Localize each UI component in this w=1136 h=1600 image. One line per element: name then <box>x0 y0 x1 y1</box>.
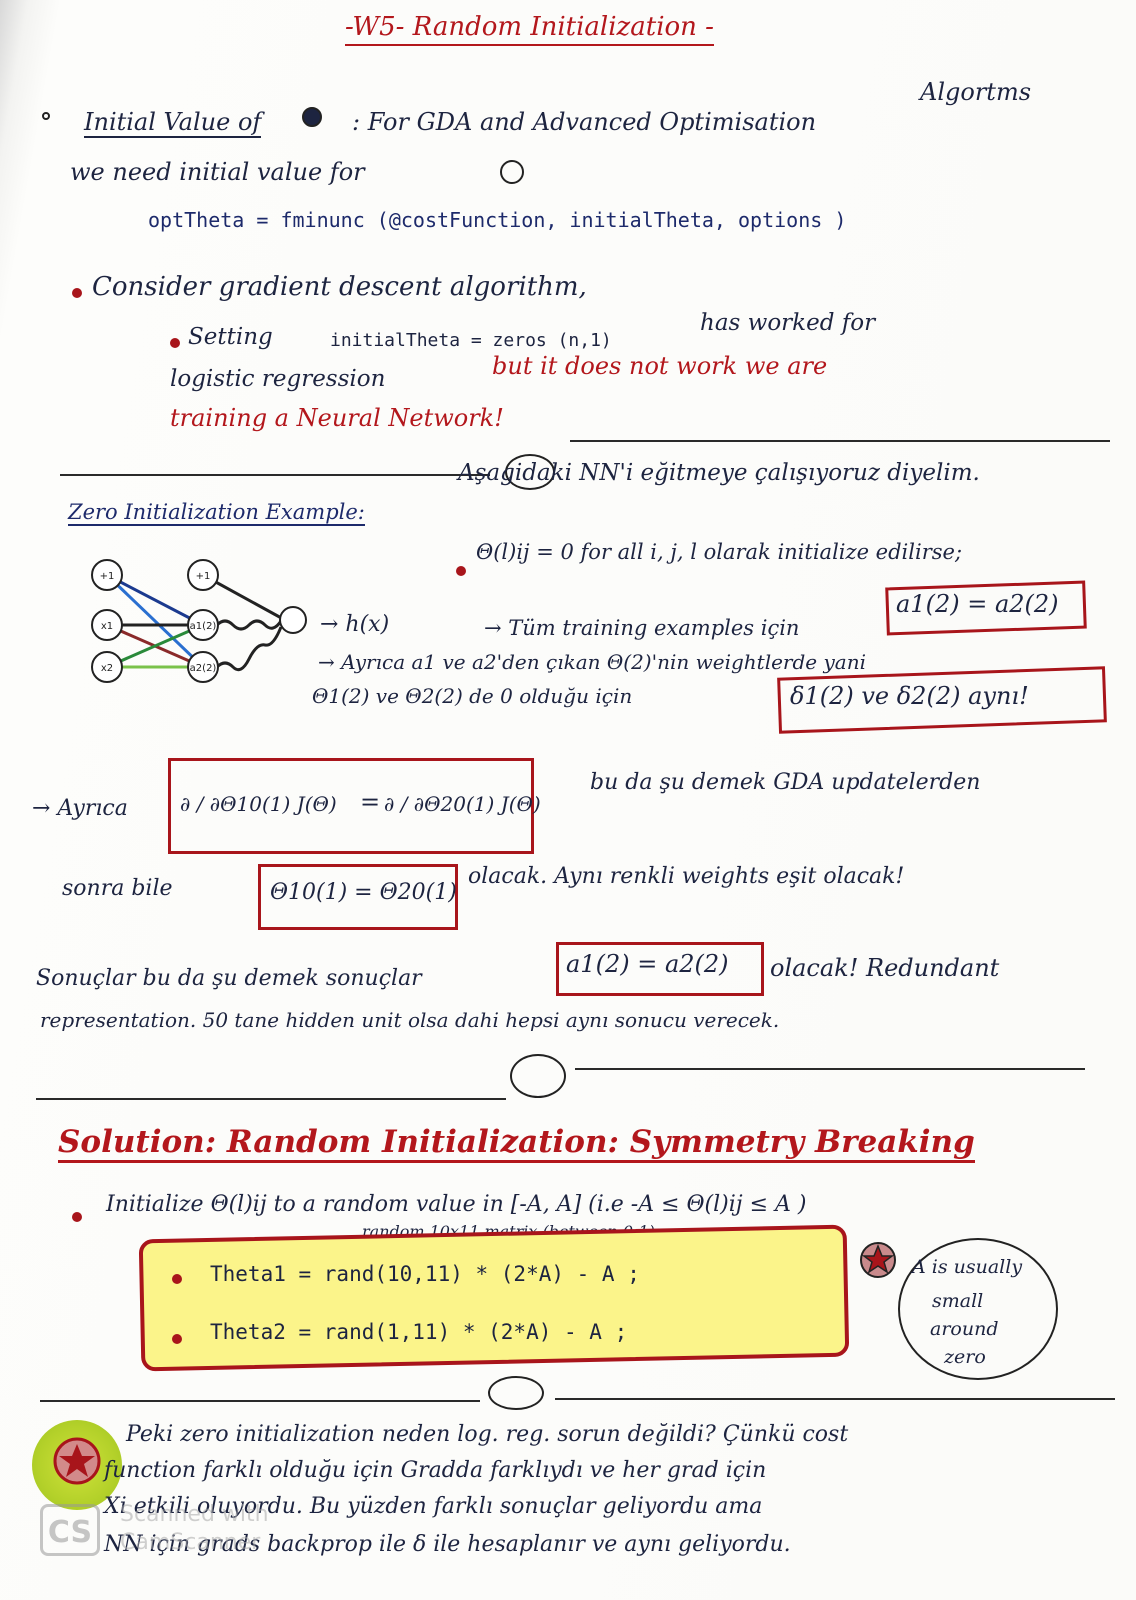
why-logreg-line: function farklı olduğu için Gradda farkl… <box>104 1458 767 1483</box>
nn-node-label: x1 <box>101 621 113 632</box>
equals-sign: = <box>360 788 381 816</box>
training-nn: training a Neural Network! <box>170 404 504 432</box>
redundant-rep-line: representation. 50 tane hidden unit olsa… <box>40 1008 780 1032</box>
initial-value-heading: Initial Value of <box>84 108 262 138</box>
zero-init-desc: Aşagidaki NN'i eğitmeye çalışıyoruz diye… <box>458 460 980 486</box>
ayrica-line: → Ayrıca a1 ve a2'den çıkan Θ(2)'nin wei… <box>318 650 866 674</box>
section-divider <box>570 440 1110 442</box>
zero-init-heading: Zero Initialization Example: <box>68 500 365 526</box>
same-color-weights: olacak. Aynı renkli weights eşit olacak! <box>468 864 905 889</box>
page-title: -W5- Random Initialization - <box>345 12 714 46</box>
nn-node <box>279 606 307 634</box>
bubble-line: around <box>930 1318 999 1340</box>
theta1-code: Theta1 = rand(10,11) * (2*A) - A ; <box>210 1262 640 1286</box>
section-divider <box>40 1400 480 1402</box>
ayrica-word: → Ayrıca <box>32 796 128 821</box>
gda-updates: bu da şu demek GDA updatelerden <box>590 770 981 795</box>
theta-symbol-icon <box>302 107 322 127</box>
redundant-word: olacak! Redundant <box>770 954 1000 982</box>
question-star-icon <box>53 1437 101 1485</box>
does-not-work: but it does not work we are <box>492 352 828 380</box>
logistic-regression: logistic regression <box>170 366 386 392</box>
bullet-icon <box>456 566 466 576</box>
worked-for: has worked for <box>700 310 876 336</box>
theta-code-highlight <box>138 1224 850 1372</box>
hx-label: → h(x) <box>320 612 390 637</box>
bullet-icon <box>72 1212 82 1222</box>
nn-node-label: a2(2) <box>190 663 217 674</box>
bullet-icon <box>72 288 82 298</box>
nn-node-label: +1 <box>196 571 211 582</box>
camscanner-watermark: CS Scanned with CamScanner <box>40 1500 330 1560</box>
notebook-page: -W5- Random Initialization - Initial Val… <box>0 0 1136 1600</box>
bullet-icon <box>170 338 180 348</box>
bubble-line: A is usually <box>912 1256 1023 1278</box>
theta-zero-line: Θ(l)ij = 0 for all i, j, l olarak initia… <box>476 540 963 564</box>
gda-line: : For GDA and Advanced Optimisation <box>352 108 817 136</box>
delta-equal: δ1(2) ve δ2(2) aynı! <box>790 682 1029 710</box>
training-examples-line: → Tüm training examples için <box>484 616 800 640</box>
watermark-line: CamScanner <box>120 1530 261 1555</box>
section-divider <box>555 1398 1115 1400</box>
algorithms-word: Algortms <box>920 78 1032 106</box>
initialize-line: Initialize Θ(l)ij to a random value in [… <box>106 1192 807 1217</box>
nn-node-label: +1 <box>100 571 115 582</box>
camscanner-logo: CS <box>40 1504 100 1556</box>
theta-symbol-icon <box>500 160 524 184</box>
nn-node-label: a1(2) <box>190 621 217 632</box>
bullet-icon <box>172 1334 182 1344</box>
derivative-rhs: ∂ / ∂Θ20(1) J(Θ) <box>384 792 541 816</box>
theta-equal: Θ10(1) = Θ20(1) <box>270 880 457 905</box>
sonuclar-line: Sonuçlar bu da şu demek sonuçlar <box>36 966 422 991</box>
margin-hole-icon <box>42 112 50 120</box>
section-divider <box>36 1098 506 1100</box>
theta2-code: Theta2 = rand(1,11) * (2*A) - A ; <box>210 1320 628 1344</box>
nn-node-label: x2 <box>101 663 113 674</box>
derivative-lhs: ∂ / ∂Θ10(1) J(Θ) <box>180 792 337 816</box>
zeros-code: initialTheta = zeros (n,1) <box>330 330 612 351</box>
fminunc-code: optTheta = fminunc (@costFunction, initi… <box>148 208 847 232</box>
divider-circle-icon <box>510 1054 566 1098</box>
bubble-line: small <box>932 1290 984 1312</box>
section-divider <box>60 474 490 476</box>
why-logreg-line: Peki zero initialization neden log. reg.… <box>126 1422 849 1447</box>
theta-weights-line: Θ1(2) ve Θ2(2) de 0 olduğu için <box>312 684 633 708</box>
bubble-line: zero <box>944 1346 986 1368</box>
setting-word: Setting <box>188 324 273 350</box>
solution-heading: Solution: Random Initialization: Symmetr… <box>58 1124 975 1163</box>
section-divider <box>575 1068 1085 1070</box>
consider-line: Consider gradient descent algorithm, <box>92 272 587 302</box>
divider-circle-icon <box>488 1376 544 1410</box>
activations-equal: a1(2) = a2(2) <box>566 950 729 978</box>
star-icon <box>860 1242 896 1278</box>
initial-value-line2: we need initial value for <box>70 158 365 186</box>
watermark-line: Scanned with <box>120 1502 269 1527</box>
equal-activations: a1(2) = a2(2) <box>896 590 1059 618</box>
bullet-icon <box>172 1274 182 1284</box>
sonra-bile: sonra bile <box>62 876 173 901</box>
